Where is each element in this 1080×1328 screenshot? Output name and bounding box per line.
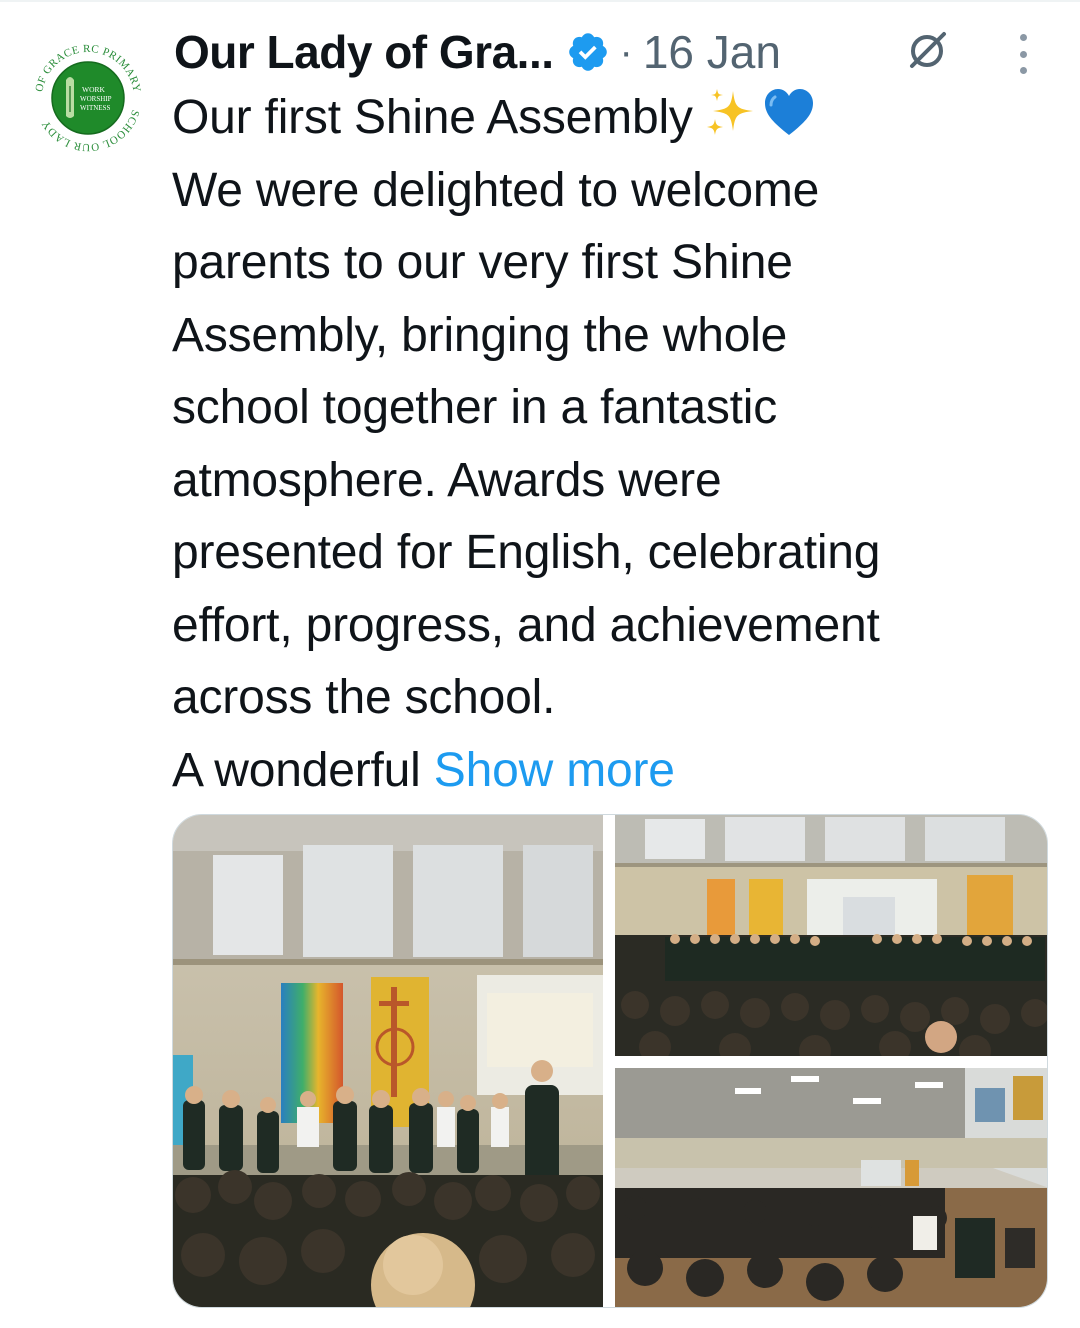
media-grid — [172, 814, 1048, 1308]
post-text-line-6: atmosphere. Awards were — [172, 453, 722, 507]
post-text-line-1: Our first Shine Assembly — [172, 82, 1052, 155]
logo-word-worship: WORSHIP — [80, 95, 112, 103]
author-display-name[interactable]: Our Lady of Gra... — [174, 25, 554, 79]
post-text-line-5: school together in a fantastic — [172, 381, 778, 434]
more-options-icon[interactable] — [1008, 34, 1038, 74]
post-text-line-1-content: Our first Shine Assembly — [172, 91, 693, 144]
separator-dot: · — [619, 29, 633, 74]
post-text-line-4: Assembly, bringing the whole — [172, 308, 788, 362]
verified-badge-icon[interactable] — [566, 30, 610, 74]
post-text-line-10-content: A wonderful — [172, 743, 421, 797]
post-text-line-10: A wonderful Show more — [172, 735, 1052, 808]
grok-icon[interactable] — [902, 26, 952, 76]
post-text-line-2: We were delighted to welcome — [172, 163, 820, 217]
post-text-line-8: effort, progress, and achievement — [172, 598, 880, 652]
post-text-line-3: parents to our very first Shine — [172, 236, 793, 289]
post-text-line-7: presented for English, celebrating — [172, 526, 881, 579]
avatar[interactable]: OF GRACE RC PRIMARY SCHOOL OUR LADY WORK… — [28, 38, 148, 158]
post-text: Our first Shine Assembly We were delight… — [172, 82, 1052, 807]
photo-students-on-stage[interactable] — [173, 815, 603, 1307]
post-text-line-9: across the school. — [172, 671, 556, 724]
logo-word-witness: WITNESS — [80, 104, 110, 112]
sparkles-emoji-icon — [703, 85, 759, 141]
logo-word-work: WORK — [82, 85, 105, 94]
show-more-link[interactable]: Show more — [434, 744, 675, 797]
photo-assembly-hall-wide[interactable] — [615, 815, 1047, 1056]
photo-hall-audience[interactable] — [615, 1068, 1047, 1307]
top-divider — [0, 0, 1080, 2]
post-date[interactable]: 16 Jan — [643, 25, 781, 79]
school-crest-logo-icon: OF GRACE RC PRIMARY SCHOOL OUR LADY WORK… — [30, 40, 146, 156]
blue-heart-emoji-icon — [761, 85, 817, 141]
post-header: Our Lady of Gra... · 16 Jan — [174, 22, 1054, 82]
